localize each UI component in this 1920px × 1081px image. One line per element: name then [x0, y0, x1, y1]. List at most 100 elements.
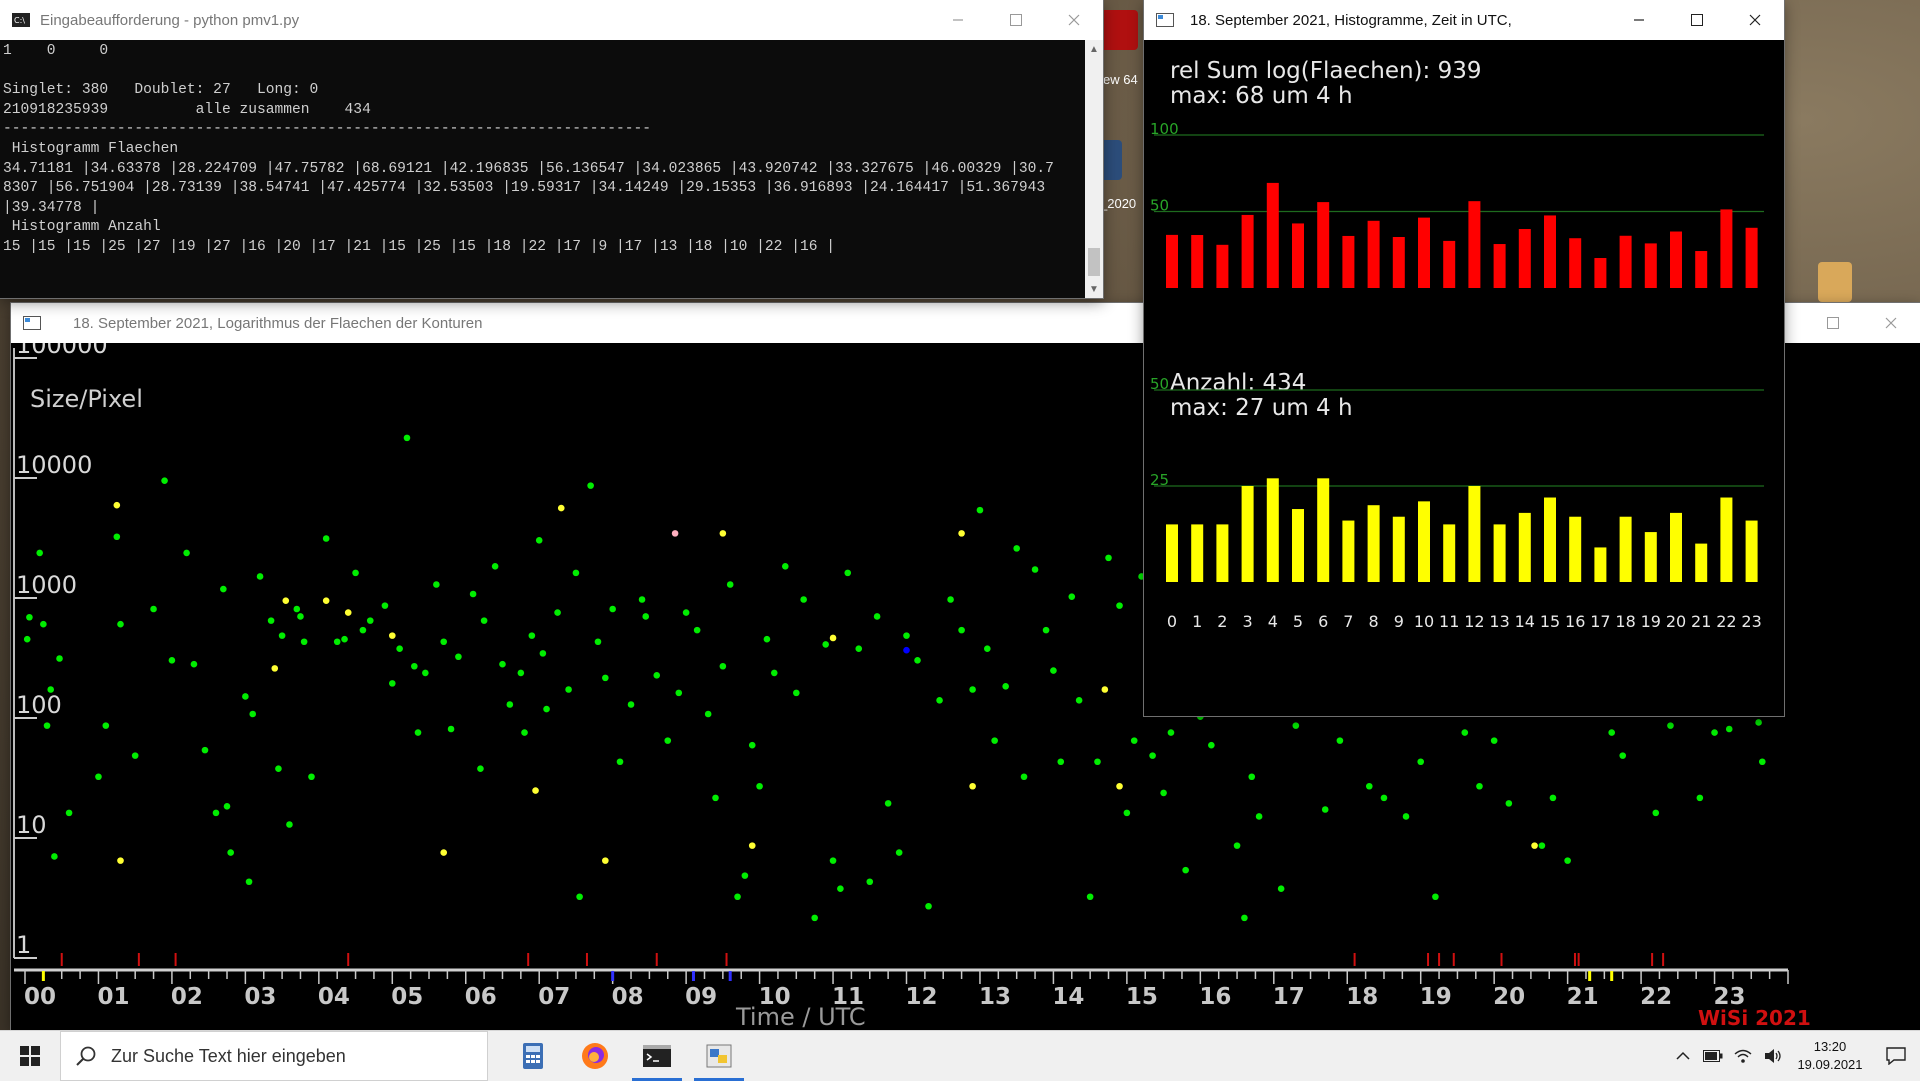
scatter-point [183, 549, 190, 557]
battery-icon[interactable] [1698, 1031, 1728, 1081]
scroll-down-icon[interactable]: ▼ [1085, 280, 1103, 298]
scatter-point [1130, 737, 1138, 744]
console-window[interactable]: C:\ Eingabeaufforderung - python pmv1.py… [0, 0, 1103, 298]
minimize-button[interactable] [1610, 0, 1668, 40]
scrollbar-thumb[interactable] [1088, 248, 1100, 276]
x-tick-label: 14 [1052, 984, 1084, 1010]
scatter-point [958, 626, 965, 634]
wifi-icon[interactable] [1728, 1031, 1758, 1081]
scatter-point [1050, 667, 1057, 674]
desktop-icon-image[interactable] [1818, 262, 1852, 302]
taskbar-calculator[interactable] [502, 1031, 564, 1081]
hour-label: 9 [1394, 612, 1404, 631]
maximize-button[interactable] [987, 0, 1045, 40]
bar [1670, 512, 1682, 582]
scatter-point [829, 857, 837, 864]
histogram-plot-area: rel Sum log(Flaechen): 939 max: 68 um 4 … [1144, 40, 1784, 716]
taskbar-firefox[interactable] [564, 1031, 626, 1081]
scatter-point [1711, 729, 1718, 736]
bar [1191, 524, 1204, 582]
close-button[interactable] [1862, 303, 1920, 343]
scroll-up-icon[interactable]: ▲ [1085, 40, 1103, 58]
scatter-point [903, 646, 910, 654]
scatter-point [245, 878, 253, 886]
x-tick-label: 06 [465, 984, 497, 1010]
volume-icon[interactable] [1758, 1031, 1788, 1081]
scatter-point [414, 729, 422, 736]
scatter-point [161, 477, 168, 484]
bar [1518, 512, 1531, 582]
bar [1266, 182, 1279, 288]
search-input[interactable] [109, 1044, 473, 1068]
notification-button[interactable] [1872, 1031, 1920, 1081]
scatter-point [440, 849, 448, 856]
scatter-point [1321, 806, 1329, 813]
scatter-point [976, 506, 984, 514]
y-tick-label: 10 [16, 811, 47, 839]
console-line: Histogramm Anzahl [11, 219, 161, 236]
scatter-point [190, 660, 198, 668]
scatter-point [741, 872, 749, 879]
scatter-point [36, 549, 43, 557]
scatter-point [756, 782, 763, 790]
histogram-titlebar[interactable]: 18. September 2021, Histogramme, Zeit in… [1144, 0, 1784, 40]
bar [1644, 532, 1657, 582]
chevron-up-icon[interactable] [1668, 1031, 1698, 1081]
y-tick-label: 1000 [16, 571, 77, 599]
scatter-point [1042, 626, 1050, 634]
top-summary-text: rel Sum log(Flaechen): 939 [1170, 58, 1481, 84]
scatter-point [627, 701, 635, 708]
hour-label: 10 [1414, 612, 1434, 631]
hour-label: 22 [1716, 612, 1736, 631]
y-tick-label: 100 [16, 691, 62, 719]
scatter-point [800, 596, 807, 603]
close-button[interactable] [1045, 0, 1103, 40]
maximize-icon [1827, 317, 1839, 329]
scatter-point [26, 613, 33, 621]
taskbar-python[interactable] [688, 1031, 750, 1081]
desktop-icon-folder[interactable] [1100, 140, 1122, 180]
bar [1216, 244, 1229, 288]
scatter-point [1057, 758, 1065, 766]
scatter-point [576, 893, 583, 901]
scatter-point [1167, 729, 1175, 736]
bar [1644, 243, 1657, 288]
scatter-point [286, 821, 293, 828]
console-line: 34.71181 |34.63378 |28.224709 |47.75782 … [3, 160, 1054, 177]
maximize-button[interactable] [1668, 0, 1726, 40]
scatter-point [1336, 737, 1344, 744]
console-scrollbar[interactable]: ▲ ▼ [1085, 40, 1103, 298]
scatter-point [653, 672, 661, 679]
close-icon [1885, 317, 1897, 329]
scatter-point [1549, 794, 1557, 802]
taskbar-cmd[interactable] [626, 1031, 688, 1081]
scatter-point [969, 686, 976, 693]
histogram-window[interactable]: 18. September 2021, Histogramme, Zeit in… [1144, 0, 1784, 716]
maximize-button[interactable] [1804, 303, 1862, 343]
scatter-point [278, 632, 286, 639]
minimize-icon [1634, 19, 1644, 21]
scatter-point [969, 782, 976, 790]
minimize-button[interactable] [929, 0, 987, 40]
scatter-point [242, 693, 249, 700]
desktop-icon-red[interactable] [1098, 10, 1138, 50]
scatter-point [1461, 729, 1469, 736]
console-titlebar[interactable]: C:\ Eingabeaufforderung - python pmv1.py [0, 0, 1103, 40]
scatter-point [433, 581, 440, 588]
scatter-point [903, 632, 910, 639]
clock[interactable]: 13:20 19.09.2021 [1788, 1038, 1872, 1074]
scatter-point [150, 605, 157, 613]
scatter-point [359, 626, 367, 634]
grid-label: 50 [1150, 375, 1169, 393]
close-button[interactable] [1726, 0, 1784, 40]
x-tick-label: 20 [1493, 984, 1525, 1010]
console-output[interactable]: 1 0 0 Singlet: 380 Doublet: 27 Long: 0 2… [0, 40, 1085, 298]
scatter-point [220, 585, 227, 593]
search-box[interactable] [60, 1031, 488, 1081]
start-button[interactable] [0, 1031, 60, 1081]
scatter-point [1182, 866, 1189, 874]
scatter-point [1402, 813, 1410, 820]
taskbar: 13:20 19.09.2021 [0, 1030, 1920, 1081]
bar [1569, 238, 1582, 288]
scatter-point [322, 597, 330, 604]
